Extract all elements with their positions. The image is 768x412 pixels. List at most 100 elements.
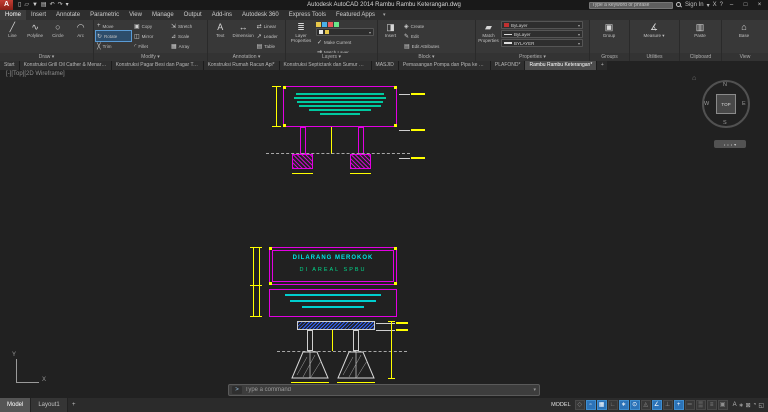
drawing-canvas[interactable]: [-][Top][2D Wireframe] ⌂ N E S W TOP •••… — [0, 70, 768, 398]
panel-label-properties[interactable]: Properties ▾ — [476, 53, 589, 61]
panel-label-modify[interactable]: Modify ▾ — [94, 53, 207, 61]
ribbon-tab-parametric[interactable]: Parametric — [85, 10, 124, 20]
plot-icon[interactable]: ▤ — [41, 0, 47, 10]
ribbon-tab-output[interactable]: Output — [179, 10, 207, 20]
panel-label-draw[interactable]: Draw ▾ — [0, 53, 93, 61]
signin-caret-icon[interactable]: ▾ — [707, 2, 710, 9]
layout1-tab[interactable]: Layout1 — [31, 398, 67, 412]
signin-button[interactable]: Sign In — [685, 2, 704, 8]
insert-block-tool[interactable]: ◨Insert — [380, 21, 401, 38]
dynamic-ucs-toggle[interactable]: ⊥ — [663, 400, 673, 410]
scale-tool[interactable]: ⊿Scale — [170, 31, 205, 41]
lineweight-toggle[interactable]: ═ — [685, 400, 695, 410]
new-drawing-tab-button[interactable]: + — [597, 61, 607, 70]
command-input[interactable] — [245, 387, 530, 393]
trim-tool[interactable]: ╳Trim — [96, 41, 131, 51]
mirror-tool[interactable]: ◫Mirror — [133, 31, 168, 41]
paste-tool[interactable]: ▥Paste — [682, 21, 718, 38]
close-button[interactable]: × — [754, 0, 765, 10]
performance-icon[interactable]: ◔ — [753, 402, 757, 408]
arc-tool[interactable]: ◠Arc — [70, 21, 91, 38]
panel-label-view[interactable]: View — [722, 53, 768, 61]
match-properties-tool[interactable]: ▰Match Properties — [478, 21, 499, 43]
command-prompt-icon[interactable]: > — [232, 386, 242, 394]
doc-tab-pagar[interactable]: Konstruksi Pagar Besi dan Pagar Tembok* — [112, 61, 204, 70]
layer-dropdown[interactable]: ▾ — [316, 28, 374, 36]
panel-label-block[interactable]: Block ▾ — [378, 53, 475, 61]
workspace-switching-icon[interactable]: ∗ — [739, 402, 744, 409]
polar-tracking-toggle[interactable]: ∗ — [619, 400, 629, 410]
command-caret-icon[interactable]: ▾ — [533, 387, 536, 393]
ribbon-options-caret-icon[interactable]: ▾ — [380, 10, 389, 20]
search-input[interactable] — [589, 2, 673, 9]
object-snap-toggle[interactable]: ⊙ — [630, 400, 640, 410]
new-layout-button[interactable]: + — [68, 398, 80, 412]
doc-tab-masjid[interactable]: MASJID — [372, 61, 399, 70]
ribbon-tab-manage[interactable]: Manage — [147, 10, 179, 20]
linear-tool[interactable]: ⇄Linear — [256, 21, 283, 31]
viewcube-south[interactable]: S — [723, 120, 727, 126]
doc-tab-grill-oil[interactable]: Konstruksi Grill Oil Cather & Menara Air… — [20, 61, 112, 70]
stretch-tool[interactable]: ⇲Stretch — [170, 21, 205, 31]
copy-tool[interactable]: ▣Copy — [133, 21, 168, 31]
dimension-tool[interactable]: ↔Dimension — [233, 21, 254, 38]
command-line[interactable]: > ▾ — [228, 384, 540, 396]
viewcube-home-icon[interactable]: ⌂ — [692, 75, 696, 82]
model-tab[interactable]: Model — [0, 398, 31, 412]
layer-freeze-icon[interactable] — [322, 22, 327, 27]
transparency-toggle[interactable]: ▒ — [696, 400, 706, 410]
ribbon-tab-autodesk360[interactable]: Autodesk 360 — [237, 10, 284, 20]
viewcube-top-face[interactable]: TOP — [716, 94, 736, 114]
toolbar-lock-icon[interactable]: ⊠ — [746, 402, 751, 409]
undo-icon[interactable]: ↶ — [50, 0, 55, 10]
polyline-tool[interactable]: ∿Polyline — [25, 21, 46, 38]
ortho-mode-toggle[interactable]: ∟ — [608, 400, 618, 410]
table-tool[interactable]: ▤Table — [256, 41, 283, 51]
rotate-tool[interactable]: ↻Rotate — [96, 31, 131, 41]
panel-label-utilities[interactable]: Utilities — [630, 53, 679, 61]
doc-tab-rumah-racun[interactable]: Konstruksi Rumah Racun Api* — [204, 61, 280, 70]
panel-label-annotation[interactable]: Annotation ▾ — [208, 53, 285, 61]
ribbon-tab-featured-apps[interactable]: Featured Apps — [331, 10, 380, 20]
layer-on-icon[interactable] — [316, 22, 321, 27]
layer-lock-icon[interactable] — [328, 22, 333, 27]
object-snap-tracking-toggle[interactable]: ∠ — [652, 400, 662, 410]
clean-screen-icon[interactable]: ◱ — [758, 402, 764, 409]
help-icon[interactable]: ? — [720, 2, 723, 8]
measure-tool[interactable]: ∡Measure ▾ — [632, 21, 676, 38]
ribbon-tab-view[interactable]: View — [124, 10, 147, 20]
grid-display-toggle[interactable]: ▦ — [597, 400, 607, 410]
selection-cycling-toggle[interactable]: ▣ — [718, 400, 728, 410]
new-icon[interactable]: ▯ — [18, 0, 21, 10]
doc-tab-septictank[interactable]: Konstruksi Septictank dan Sumur Pantau* — [280, 61, 372, 70]
doc-tab-pompa[interactable]: Pemasangan Pompa dan Pipa ke Tangki* — [399, 61, 491, 70]
3d-object-snap-toggle[interactable]: ◬ — [641, 400, 651, 410]
edit-attributes-tool[interactable]: ▤Edit Attributes — [403, 41, 469, 51]
linetype-dropdown[interactable]: ByLayer▾ — [501, 30, 583, 38]
redo-icon[interactable]: ↷ — [58, 0, 63, 10]
text-tool[interactable]: AText — [210, 21, 231, 38]
circle-tool[interactable]: ○Circle — [48, 21, 69, 38]
panel-label-groups[interactable]: Groups — [590, 53, 629, 61]
ribbon-tab-annotate[interactable]: Annotate — [51, 10, 85, 20]
infer-constraints-toggle[interactable]: ◇ — [575, 400, 585, 410]
panel-label-layers[interactable]: Layers ▾ — [286, 53, 377, 61]
snap-mode-toggle[interactable]: ▫ — [586, 400, 596, 410]
viewcube-north[interactable]: N — [723, 82, 727, 88]
doc-tab-plafond[interactable]: PLAFOND* — [491, 61, 526, 70]
move-tool[interactable]: +Move — [96, 21, 131, 31]
panel-label-clipboard[interactable]: Clipboard — [680, 53, 721, 61]
exchange-apps-icon[interactable]: X — [713, 2, 717, 8]
ribbon-tab-express-tools[interactable]: Express Tools — [284, 10, 331, 20]
maximize-button[interactable]: □ — [740, 0, 751, 10]
create-block-tool[interactable]: ◈Create — [403, 21, 469, 31]
dynamic-input-toggle[interactable]: + — [674, 400, 684, 410]
model-space-label[interactable]: MODEL — [547, 402, 575, 408]
edit-block-tool[interactable]: ✎Edit — [403, 31, 469, 41]
doc-tab-rambu[interactable]: Rambu Rambu Keterangan* — [525, 61, 597, 70]
lineweight-dropdown[interactable]: BYLAYER▾ — [501, 39, 583, 47]
object-color-dropdown[interactable]: ByLayer▾ — [501, 21, 583, 29]
base-tool[interactable]: ⌂Base — [724, 21, 764, 38]
save-icon[interactable]: ▼ — [32, 0, 38, 10]
open-icon[interactable]: ▱ — [24, 0, 29, 10]
